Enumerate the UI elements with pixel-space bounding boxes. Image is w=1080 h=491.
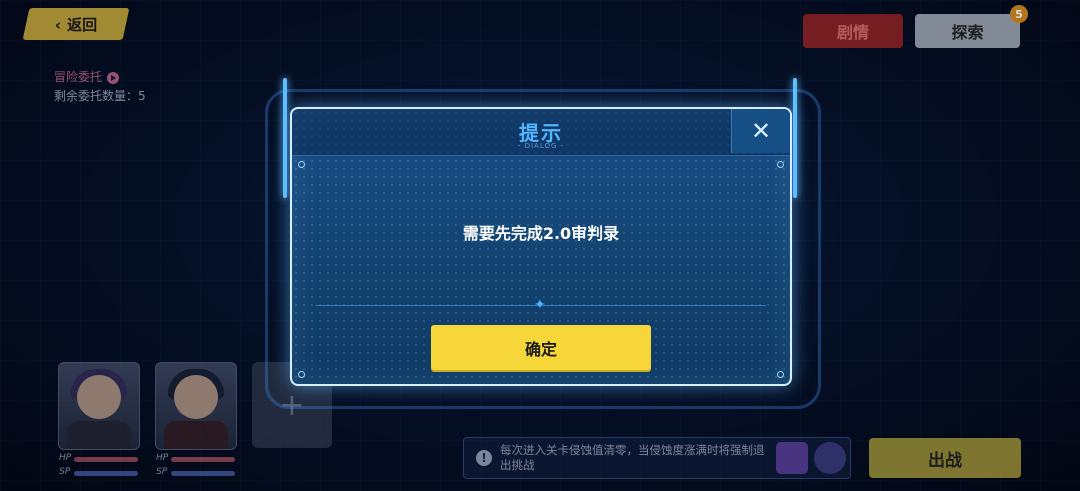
sp-bar (74, 471, 138, 476)
dialog-left-glow (283, 78, 287, 198)
mission-title: 冒险委托 (54, 70, 103, 84)
mission-panel: 冒险委托 剩余委托数量：5 (54, 68, 146, 106)
orb-item-icon[interactable] (814, 442, 846, 474)
dialog-right-glow (793, 78, 797, 198)
play-icon (107, 71, 120, 84)
dialog-subtitle: - DIALOG - (517, 142, 565, 150)
character-card-1[interactable] (58, 362, 140, 450)
character-portrait (174, 375, 218, 419)
close-icon: ✕ (750, 117, 772, 145)
confirm-label: 确定 (524, 339, 557, 359)
mission-remaining: 剩余委托数量：5 (54, 87, 146, 106)
explore-badge: 5 (1010, 5, 1028, 23)
warning-icon: ! (476, 450, 492, 466)
erosion-warning: ! 每次进入关卡侵蚀值清零，当侵蚀度涨满时将强制退出挑战 (463, 437, 851, 479)
mission-title-row[interactable]: 冒险委托 (54, 68, 146, 87)
hp-bar (171, 457, 235, 462)
dialog-header: 提示 - DIALOG - ✕ (292, 109, 790, 156)
sp-label: SP (156, 467, 168, 477)
character-portrait (77, 375, 121, 419)
explore-label: 探索 (951, 23, 984, 42)
character-body (67, 421, 131, 449)
hp-bar (74, 457, 138, 462)
close-button[interactable]: ✕ (731, 109, 790, 153)
back-button[interactable]: ‹ 返回 (22, 8, 130, 40)
mission-remaining-label: 剩余委托数量： (54, 89, 139, 103)
fight-button[interactable]: 出战 (869, 438, 1021, 478)
hp-label: HP (59, 453, 72, 463)
story-button[interactable]: 剧情 (803, 14, 903, 48)
character-card-2[interactable] (155, 362, 237, 450)
story-label: 剧情 (836, 23, 869, 42)
fight-label: 出战 (928, 450, 962, 471)
sp-label: SP (59, 467, 71, 477)
chevron-left-icon: ‹ (54, 15, 62, 33)
explore-button[interactable]: 探索 5 (915, 5, 1028, 48)
sparkle-icon: ✦ (534, 297, 546, 313)
dialog-message: 需要先完成2.0审判录 (462, 224, 620, 243)
mission-remaining-count: 5 (138, 89, 146, 103)
hp-label: HP (156, 453, 169, 463)
back-label: 返回 (67, 15, 98, 34)
sp-bar (171, 471, 235, 476)
confirm-button[interactable]: 确定 (431, 325, 651, 370)
corner-dot (298, 371, 305, 378)
corner-dot (777, 161, 784, 168)
crystal-item-icon[interactable] (776, 442, 808, 474)
warning-text: 每次进入关卡侵蚀值清零，当侵蚀度涨满时将强制退出挑战 (500, 443, 765, 472)
corner-dot (777, 371, 784, 378)
dialog: 提示 - DIALOG - ✕ 需要先完成2.0审判录 ✦ 确定 (290, 107, 792, 386)
character-body (164, 421, 228, 449)
corner-dot (298, 161, 305, 168)
